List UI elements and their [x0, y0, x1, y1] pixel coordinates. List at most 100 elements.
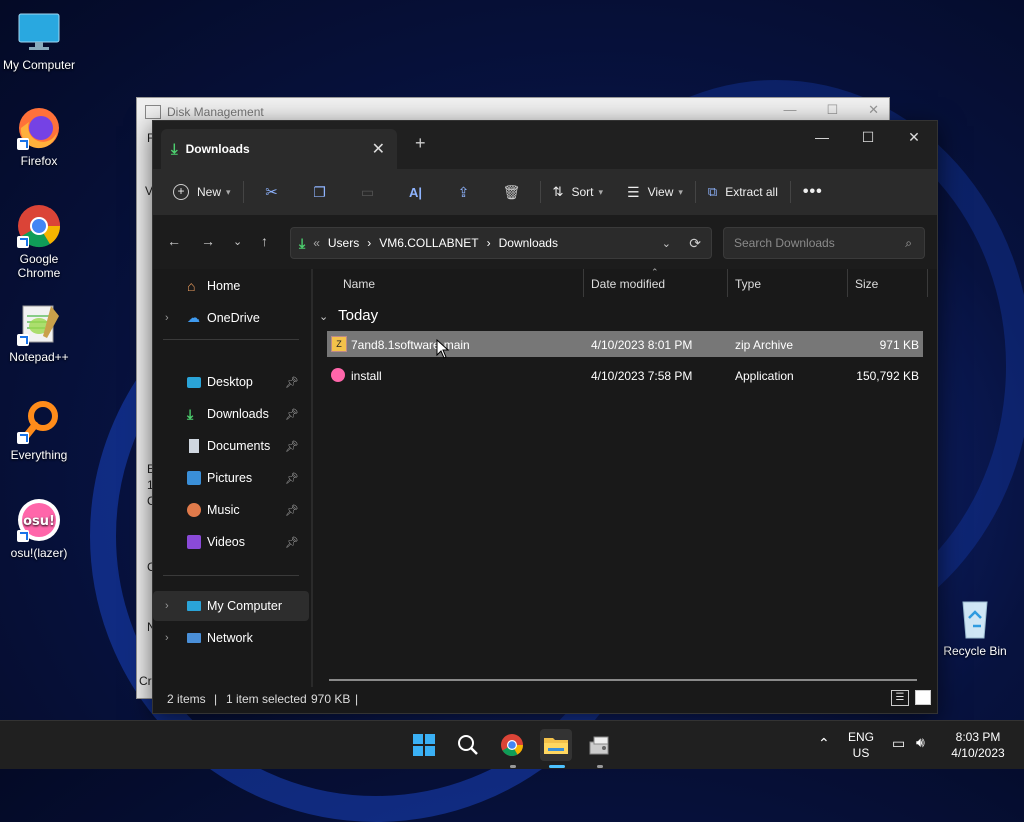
close-icon[interactable]: ✕ — [891, 121, 937, 153]
file-row[interactable]: install 4/10/2023 7:58 PM Application 15… — [327, 362, 923, 388]
breadcrumb-downloads[interactable]: Downloads — [499, 236, 558, 250]
desktop-icon-everything[interactable]: Everything — [1, 400, 77, 462]
overflow-chevron-icon[interactable]: « — [313, 236, 320, 250]
status-divider: | — [214, 692, 218, 706]
sidebar-item-onedrive[interactable]: › ☁ OneDrive — [153, 303, 309, 333]
sidebar-item-videos[interactable]: Videos 📌︎ — [153, 527, 309, 557]
sidebar-item-pictures[interactable]: Pictures 📌︎ — [153, 463, 309, 493]
column-date-modified[interactable]: Date modified — [591, 277, 665, 291]
column-size[interactable]: Size — [855, 277, 878, 291]
pin-icon[interactable]: 📌︎ — [285, 472, 299, 485]
file-name: install — [351, 369, 382, 383]
shortcut-arrow-icon — [17, 236, 29, 248]
breadcrumb-users[interactable]: Users — [328, 236, 359, 250]
up-arrow-icon[interactable]: ↑ — [261, 233, 268, 249]
desktop-icon-my-computer[interactable]: My Computer — [1, 10, 77, 72]
sidebar-item-my-computer[interactable]: › My Computer — [153, 591, 309, 621]
rename-button[interactable]: A| — [392, 185, 440, 200]
sidebar-item-music[interactable]: Music 📌︎ — [153, 495, 309, 525]
show-hidden-icons-button[interactable]: ⌃ — [818, 735, 830, 751]
desktop-icon-chrome[interactable]: Google Chrome — [1, 204, 77, 280]
share-button[interactable]: ⇪ — [440, 184, 488, 201]
sidebar-divider — [163, 339, 299, 340]
maximize-icon[interactable]: ☐ — [845, 121, 891, 153]
desktop-icon-firefox[interactable]: Firefox — [1, 106, 77, 168]
osu-installer-icon — [331, 368, 345, 382]
desktop-icon-osu[interactable]: osu! osu!(lazer) — [1, 498, 77, 560]
horizontal-scrollbar[interactable] — [329, 679, 917, 681]
pin-icon[interactable]: 📌︎ — [285, 408, 299, 421]
sort-button[interactable]: ⇅ Sort ▾ — [545, 176, 611, 208]
breadcrumb-separator-icon: › — [367, 236, 372, 250]
volume-icon[interactable]: 🔊︎ — [916, 734, 925, 750]
sidebar-item-desktop[interactable]: Desktop 📌︎ — [153, 367, 309, 397]
chevron-right-icon[interactable]: › — [165, 600, 169, 612]
column-divider[interactable] — [583, 269, 584, 297]
cut-button[interactable]: ✂ — [248, 183, 296, 201]
language-indicator[interactable]: ENG US — [848, 729, 874, 761]
column-divider[interactable] — [927, 269, 928, 297]
sidebar-item-label: Desktop — [207, 375, 253, 389]
forward-arrow-icon[interactable]: → — [201, 233, 215, 249]
close-icon[interactable]: ✕ — [868, 102, 879, 118]
more-options-button[interactable]: ••• — [795, 176, 831, 208]
desktop-icon-notepadpp[interactable]: Notepad++ — [1, 302, 77, 364]
minimize-icon[interactable]: — — [799, 121, 845, 153]
column-name[interactable]: Name — [343, 277, 375, 291]
new-button[interactable]: + New ▾ — [165, 176, 239, 208]
minimize-icon[interactable]: — — [783, 102, 796, 118]
recent-chevron-icon[interactable]: ⌄ — [233, 235, 242, 248]
sidebar-item-documents[interactable]: Documents 📌︎ — [153, 431, 309, 461]
pane-splitter[interactable] — [311, 269, 313, 687]
column-divider[interactable] — [847, 269, 848, 297]
search-input[interactable]: Search Downloads — [734, 236, 835, 250]
sidebar-item-downloads[interactable]: ⤓ Downloads 📌︎ — [153, 399, 309, 429]
start-button[interactable] — [408, 729, 440, 761]
back-arrow-icon[interactable]: ← — [167, 233, 181, 249]
sidebar-item-home[interactable]: ⌂ Home — [153, 271, 309, 301]
extract-all-button[interactable]: ⧉ Extract all — [700, 176, 786, 208]
network-status-icon[interactable]: ▭ — [892, 735, 905, 751]
details-view-icon[interactable]: ☰ — [891, 690, 909, 706]
tab-downloads[interactable]: ⤓ Downloads ✕ — [161, 129, 397, 169]
refresh-icon[interactable]: ⟳ — [689, 235, 701, 252]
sidebar-item-network[interactable]: › Network — [153, 623, 309, 653]
delete-button[interactable]: 🗑︎ — [488, 184, 536, 201]
new-tab-icon[interactable]: + — [415, 133, 426, 154]
clock[interactable]: 8:03 PM 4/10/2023 — [946, 729, 1010, 761]
group-header-today[interactable]: ⌄ Today — [319, 307, 378, 324]
desktop-icon-recycle-bin[interactable]: Recycle Bin — [937, 596, 1013, 658]
search-button[interactable] — [452, 729, 484, 761]
address-bar[interactable]: ⤓ « Users › VM6.COLLABNET › Downloads ⌄ … — [290, 227, 712, 259]
sidebar-item-label: Music — [207, 503, 240, 517]
file-explorer-window[interactable]: ⤓ Downloads ✕ + — ☐ ✕ + New ▾ ✂ ❐ ▭ A| ⇪… — [152, 120, 938, 714]
file-name: 7and8.1software-main — [351, 338, 470, 352]
column-divider[interactable] — [727, 269, 728, 297]
paste-button[interactable]: ▭ — [344, 184, 392, 201]
sidebar-item-label: OneDrive — [207, 311, 260, 325]
maximize-icon[interactable]: ☐ — [826, 102, 838, 118]
pin-icon[interactable]: 📌︎ — [285, 504, 299, 517]
chevron-right-icon[interactable]: › — [165, 632, 169, 644]
address-dropdown-icon[interactable]: ⌄ — [662, 237, 671, 250]
pin-icon[interactable]: 📌︎ — [285, 440, 299, 453]
close-tab-icon[interactable]: ✕ — [372, 139, 385, 159]
view-button[interactable]: ☰ View ▾ — [619, 176, 691, 208]
pin-icon[interactable]: 📌︎ — [285, 376, 299, 389]
copy-button[interactable]: ❐ — [296, 184, 344, 201]
breadcrumb-vm6-collabnet[interactable]: VM6.COLLABNET — [379, 236, 478, 250]
pin-icon[interactable]: 📌︎ — [285, 536, 299, 549]
column-type[interactable]: Type — [735, 277, 761, 291]
chevron-right-icon[interactable]: › — [165, 312, 169, 324]
shortcut-arrow-icon — [17, 334, 29, 346]
taskbar-file-explorer[interactable] — [540, 729, 572, 761]
taskbar-chrome[interactable] — [496, 729, 528, 761]
group-label: Today — [338, 307, 379, 324]
taskbar-disk-management[interactable] — [584, 729, 616, 761]
search-box[interactable]: Search Downloads ⌕ — [723, 227, 925, 259]
new-label: New — [197, 185, 222, 199]
file-row[interactable]: Z 7and8.1software-main 4/10/2023 8:01 PM… — [327, 331, 923, 357]
monitor-icon — [17, 10, 61, 54]
tiles-view-icon[interactable] — [915, 690, 931, 705]
status-selection: 1 item selected — [226, 692, 307, 706]
